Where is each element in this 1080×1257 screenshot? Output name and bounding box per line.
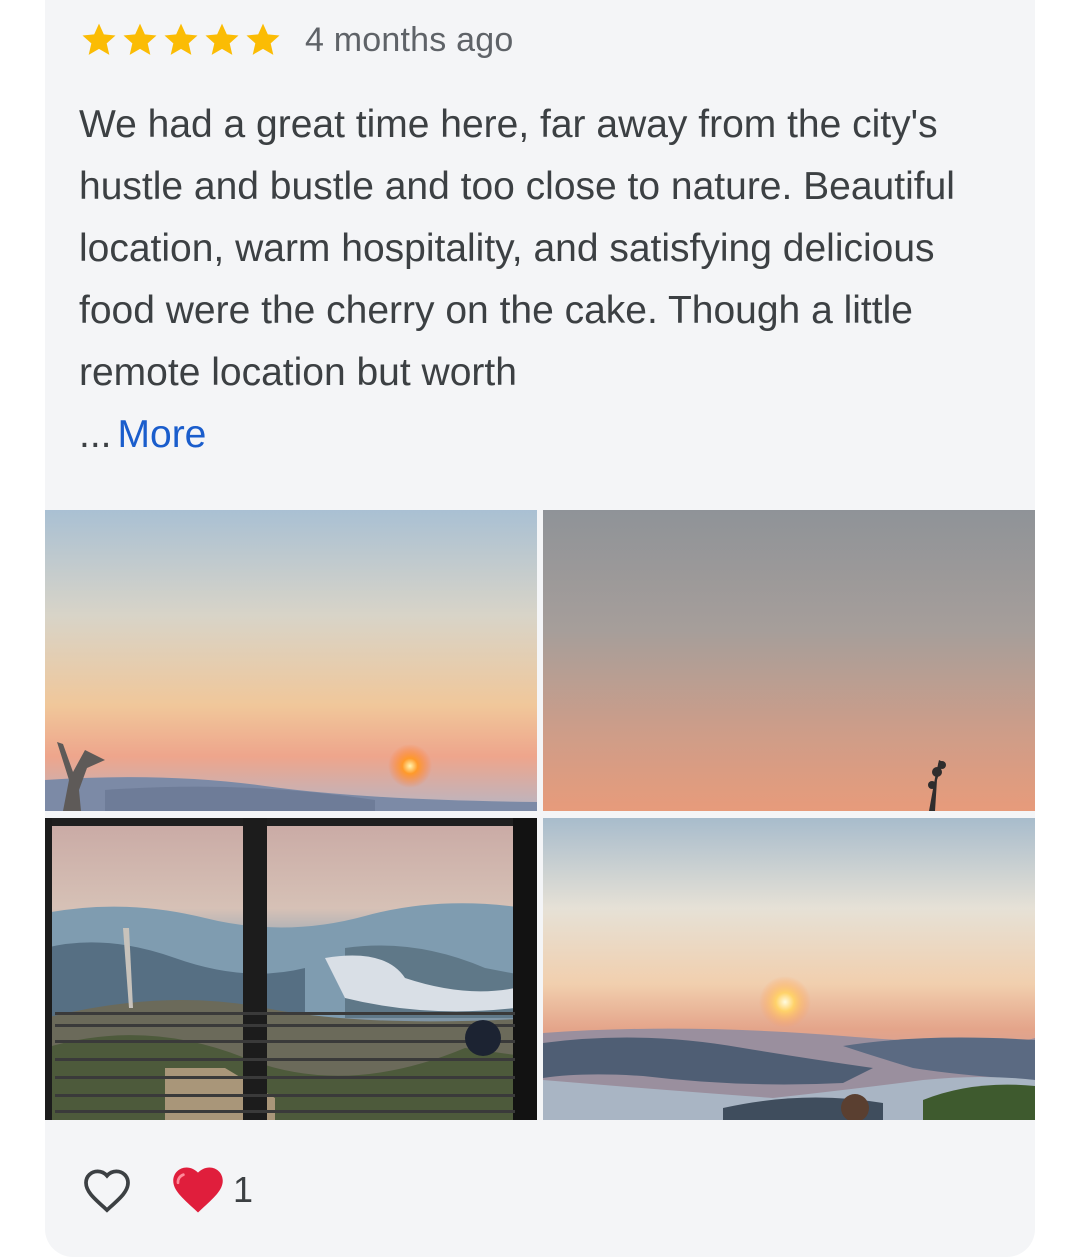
sunset-river-photo[interactable] (543, 818, 1035, 1120)
heart-reaction[interactable]: 1 (171, 1165, 253, 1215)
more-link[interactable]: More (118, 413, 207, 456)
window-view-river-photo[interactable] (45, 818, 537, 1120)
review-actions: 1 (77, 1160, 253, 1220)
star-icon (205, 23, 239, 55)
star-icon (82, 23, 116, 55)
star-rating (79, 20, 283, 60)
rating-row: 4 months ago (79, 18, 513, 62)
star-icon (123, 23, 157, 55)
red-heart-icon (173, 1167, 223, 1213)
sunset-over-valley-photo[interactable] (45, 510, 537, 811)
hazy-sky-photo[interactable] (543, 510, 1035, 811)
reaction-count: 1 (233, 1169, 254, 1210)
review-time: 4 months ago (305, 20, 514, 59)
star-icon (246, 23, 280, 55)
heart-outline-icon[interactable] (77, 1162, 137, 1218)
review-text: We had a great time here, far away from … (79, 103, 955, 394)
more-row: ... More (79, 404, 206, 466)
star-icon (164, 23, 198, 55)
ellipsis: ... (79, 413, 112, 456)
review-card: 4 months ago We had a great time here, f… (45, 0, 1035, 1257)
